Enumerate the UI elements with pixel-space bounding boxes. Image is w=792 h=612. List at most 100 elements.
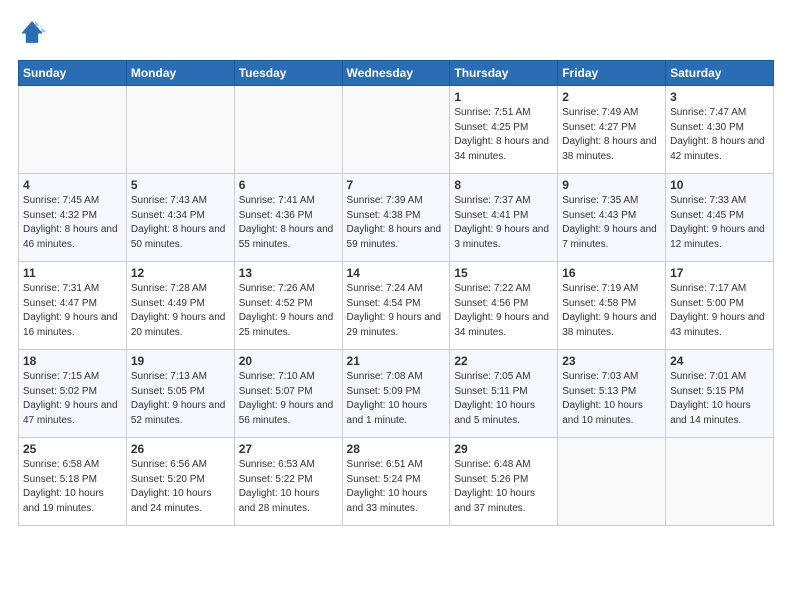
day-info: Sunrise: 7:10 AMSunset: 5:07 PMDaylight:… (239, 370, 338, 428)
day-number: 13 (239, 266, 338, 280)
day-info: Sunrise: 6:53 AMSunset: 5:22 PMDaylight:… (239, 458, 338, 516)
calendar-page: SundayMondayTuesdayWednesdayThursdayFrid… (0, 0, 792, 538)
calendar-cell: 15Sunrise: 7:22 AMSunset: 4:56 PMDayligh… (450, 262, 558, 350)
calendar-cell: 7 Sunrise: 7:39 AMSunset: 4:38 PMDaylight… (342, 174, 450, 262)
calendar-week-row: 1 Sunrise: 7:51 AMSunset: 4:25 PMDaylight… (19, 86, 774, 174)
calendar-header: SundayMondayTuesdayWednesdayThursdayFrid… (19, 61, 774, 86)
day-info: Sunrise: 7:03 AMSunset: 5:13 PMDaylight:… (562, 370, 661, 428)
day-number: 26 (131, 442, 230, 456)
calendar-cell: 1 Sunrise: 7:51 AMSunset: 4:25 PMDaylight… (450, 86, 558, 174)
day-number: 16 (562, 266, 661, 280)
calendar-cell: 16 Sunrise: 7:19 AMSunset: 4:58 PMDayligh… (558, 262, 666, 350)
weekday-header: Saturday (666, 61, 774, 86)
calendar-cell: 6 Sunrise: 7:41 AMSunset: 4:36 PMDaylight… (234, 174, 342, 262)
day-info: Sunrise: 7:37 AMSunset: 4:41 PMDaylight:… (454, 194, 553, 252)
calendar-body: 1 Sunrise: 7:51 AMSunset: 4:25 PMDaylight… (19, 86, 774, 526)
day-info: Sunrise: 7:41 AMSunset: 4:36 PMDaylight:… (239, 194, 338, 252)
calendar-cell: 23 Sunrise: 7:03 AMSunset: 5:13 PMDayligh… (558, 350, 666, 438)
calendar-cell: 26 Sunrise: 6:56 AMSunset: 5:20 PMDayligh… (126, 438, 234, 526)
day-info: Sunrise: 6:58 AMSunset: 5:18 PMDaylight:… (23, 458, 122, 516)
day-number: 21 (347, 354, 446, 368)
calendar-cell: 28 Sunrise: 6:51 AMSunset: 5:24 PMDayligh… (342, 438, 450, 526)
calendar-table: SundayMondayTuesdayWednesdayThursdayFrid… (18, 60, 774, 526)
day-info: Sunrise: 7:05 AMSunset: 5:11 PMDaylight:… (454, 370, 553, 428)
day-info: Sunrise: 6:48 AMSunset: 5:26 PMDaylight:… (454, 458, 553, 516)
calendar-week-row: 4 Sunrise: 7:45 AMSunset: 4:32 PMDaylight… (19, 174, 774, 262)
calendar-cell: 19 Sunrise: 7:13 AMSunset: 5:05 PMDayligh… (126, 350, 234, 438)
calendar-cell: 4 Sunrise: 7:45 AMSunset: 4:32 PMDaylight… (19, 174, 127, 262)
day-info: Sunrise: 7:26 AMSunset: 4:52 PMDaylight:… (239, 282, 338, 340)
day-number: 9 (562, 178, 661, 192)
day-info: Sunrise: 6:51 AMSunset: 5:24 PMDaylight:… (347, 458, 446, 516)
calendar-cell: 2Sunrise: 7:49 AMSunset: 4:27 PMDaylight… (558, 86, 666, 174)
calendar-week-row: 25 Sunrise: 6:58 AMSunset: 5:18 PMDayligh… (19, 438, 774, 526)
calendar-cell: 14 Sunrise: 7:24 AMSunset: 4:54 PMDayligh… (342, 262, 450, 350)
day-number: 25 (23, 442, 122, 456)
day-info: Sunrise: 7:39 AMSunset: 4:38 PMDaylight:… (347, 194, 446, 252)
calendar-cell: 12 Sunrise: 7:28 AMSunset: 4:49 PMDayligh… (126, 262, 234, 350)
weekday-header: Sunday (19, 61, 127, 86)
calendar-cell: 29 Sunrise: 6:48 AMSunset: 5:26 PMDayligh… (450, 438, 558, 526)
day-info: Sunrise: 7:15 AMSunset: 5:02 PMDaylight:… (23, 370, 122, 428)
day-info: Sunrise: 7:24 AMSunset: 4:54 PMDaylight:… (347, 282, 446, 340)
day-number: 22 (454, 354, 553, 368)
day-info: Sunrise: 6:56 AMSunset: 5:20 PMDaylight:… (131, 458, 230, 516)
calendar-cell (19, 86, 127, 174)
weekday-header: Thursday (450, 61, 558, 86)
day-number: 18 (23, 354, 122, 368)
day-number: 6 (239, 178, 338, 192)
calendar-cell: 5 Sunrise: 7:43 AMSunset: 4:34 PMDaylight… (126, 174, 234, 262)
day-info: Sunrise: 7:47 AMSunset: 4:30 PMDaylight:… (670, 106, 769, 164)
calendar-cell (126, 86, 234, 174)
day-number: 3 (670, 90, 769, 104)
calendar-cell: 22 Sunrise: 7:05 AMSunset: 5:11 PMDayligh… (450, 350, 558, 438)
calendar-cell: 10Sunrise: 7:33 AMSunset: 4:45 PMDayligh… (666, 174, 774, 262)
weekday-header: Monday (126, 61, 234, 86)
calendar-cell (342, 86, 450, 174)
day-info: Sunrise: 7:31 AMSunset: 4:47 PMDaylight:… (23, 282, 122, 340)
day-number: 28 (347, 442, 446, 456)
day-info: Sunrise: 7:19 AMSunset: 4:58 PMDaylight:… (562, 282, 661, 340)
calendar-week-row: 18 Sunrise: 7:15 AMSunset: 5:02 PMDayligh… (19, 350, 774, 438)
calendar-cell: 9 Sunrise: 7:35 AMSunset: 4:43 PMDaylight… (558, 174, 666, 262)
calendar-cell (558, 438, 666, 526)
weekday-header: Wednesday (342, 61, 450, 86)
weekday-header: Friday (558, 61, 666, 86)
calendar-cell: 18 Sunrise: 7:15 AMSunset: 5:02 PMDayligh… (19, 350, 127, 438)
calendar-cell: 17Sunrise: 7:17 AMSunset: 5:00 PMDayligh… (666, 262, 774, 350)
day-number: 19 (131, 354, 230, 368)
calendar-cell: 24 Sunrise: 7:01 AMSunset: 5:15 PMDayligh… (666, 350, 774, 438)
day-info: Sunrise: 7:01 AMSunset: 5:15 PMDaylight:… (670, 370, 769, 428)
day-number: 23 (562, 354, 661, 368)
day-number: 5 (131, 178, 230, 192)
day-info: Sunrise: 7:49 AMSunset: 4:27 PMDaylight:… (562, 106, 661, 164)
day-number: 14 (347, 266, 446, 280)
calendar-cell: 21Sunrise: 7:08 AMSunset: 5:09 PMDayligh… (342, 350, 450, 438)
day-info: Sunrise: 7:35 AMSunset: 4:43 PMDaylight:… (562, 194, 661, 252)
weekday-row: SundayMondayTuesdayWednesdayThursdayFrid… (19, 61, 774, 86)
logo-icon (18, 18, 46, 46)
day-info: Sunrise: 7:43 AMSunset: 4:34 PMDaylight:… (131, 194, 230, 252)
day-info: Sunrise: 7:33 AMSunset: 4:45 PMDaylight:… (670, 194, 769, 252)
day-number: 1 (454, 90, 553, 104)
day-number: 27 (239, 442, 338, 456)
calendar-cell (234, 86, 342, 174)
day-number: 20 (239, 354, 338, 368)
day-number: 15 (454, 266, 553, 280)
weekday-header: Tuesday (234, 61, 342, 86)
day-number: 24 (670, 354, 769, 368)
day-info: Sunrise: 7:45 AMSunset: 4:32 PMDaylight:… (23, 194, 122, 252)
day-info: Sunrise: 7:28 AMSunset: 4:49 PMDaylight:… (131, 282, 230, 340)
day-info: Sunrise: 7:51 AMSunset: 4:25 PMDaylight:… (454, 106, 553, 164)
day-info: Sunrise: 7:17 AMSunset: 5:00 PMDaylight:… (670, 282, 769, 340)
calendar-cell: 20 Sunrise: 7:10 AMSunset: 5:07 PMDayligh… (234, 350, 342, 438)
day-number: 12 (131, 266, 230, 280)
day-number: 8 (454, 178, 553, 192)
day-info: Sunrise: 7:13 AMSunset: 5:05 PMDaylight:… (131, 370, 230, 428)
day-number: 4 (23, 178, 122, 192)
day-number: 29 (454, 442, 553, 456)
calendar-cell: 13 Sunrise: 7:26 AMSunset: 4:52 PMDayligh… (234, 262, 342, 350)
day-number: 7 (347, 178, 446, 192)
calendar-cell (666, 438, 774, 526)
calendar-cell: 11Sunrise: 7:31 AMSunset: 4:47 PMDayligh… (19, 262, 127, 350)
